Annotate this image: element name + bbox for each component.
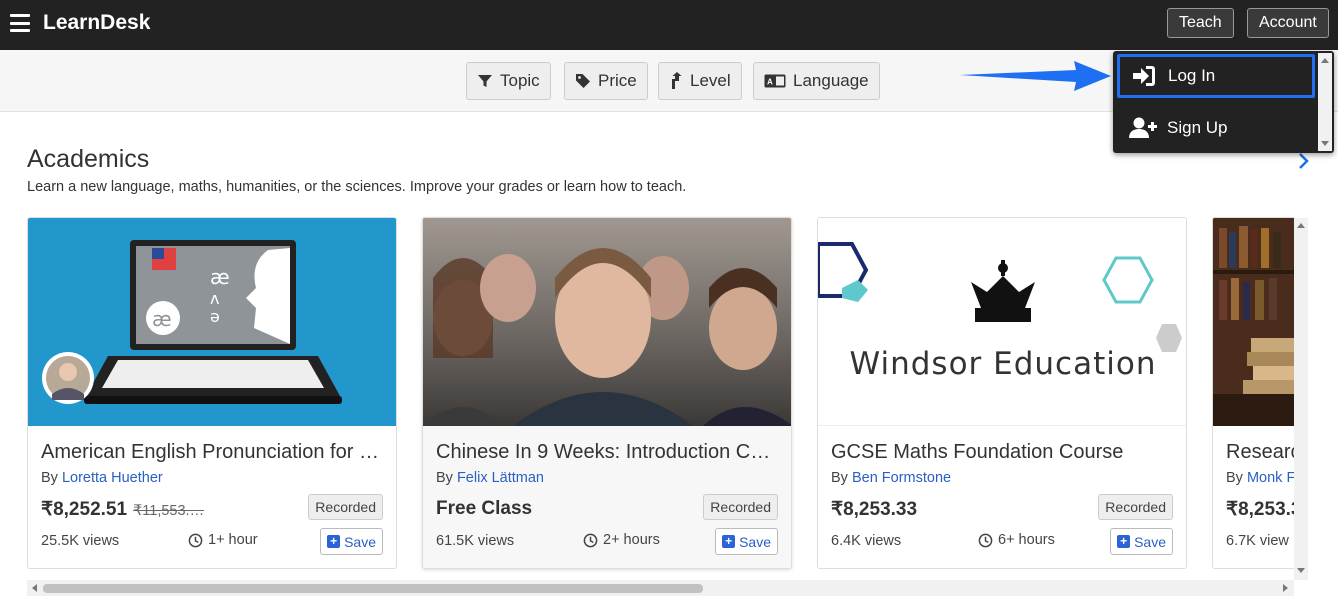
brand-logo[interactable]: LearnDesk [43, 11, 150, 35]
clock-icon [978, 533, 993, 547]
course-thumbnail[interactable]: æ ʌ ə æ [28, 218, 396, 426]
svg-text:æ: æ [210, 265, 230, 289]
scroll-up-arrow-icon[interactable] [1297, 222, 1305, 228]
dropdown-scrollbar[interactable] [1318, 53, 1332, 151]
course-carousel: æ ʌ ə æ American English Pronunciation f… [0, 216, 1294, 578]
save-button[interactable]: + Save [715, 528, 778, 555]
user-plus-icon [1129, 117, 1157, 138]
author-link[interactable]: Monk F [1247, 470, 1294, 486]
section-title: Academics [27, 145, 150, 173]
level-arrow-icon [672, 72, 682, 89]
course-author: By Monk F [1226, 470, 1294, 486]
course-thumbnail[interactable] [1213, 218, 1294, 426]
account-button[interactable]: Account [1247, 8, 1329, 38]
recorded-badge: Recorded [1098, 494, 1173, 520]
language-filter-label: Language [793, 71, 869, 90]
course-title[interactable]: American English Pronunciation for … [41, 441, 386, 464]
save-button[interactable]: + Save [1110, 528, 1173, 555]
sign-up-label: Sign Up [1167, 118, 1228, 137]
chevron-right-icon[interactable] [1298, 152, 1310, 176]
scroll-right-arrow-icon[interactable] [1283, 584, 1289, 592]
top-navbar: LearnDesk Teach Account [0, 0, 1338, 50]
carousel-vertical-scrollbar[interactable] [1294, 218, 1308, 580]
view-count: 61.5K views [436, 533, 515, 549]
hamburger-menu-icon[interactable] [10, 14, 30, 32]
thumbnail-logo-text: Windsor Education [849, 346, 1157, 382]
course-price: Free Class [436, 498, 533, 519]
course-duration: 2+ hours [583, 532, 660, 548]
course-card[interactable]: Chinese In 9 Weeks: Introduction Co… By … [422, 217, 792, 569]
topic-filter-button[interactable]: Topic [466, 62, 551, 100]
teach-button[interactable]: Teach [1167, 8, 1234, 38]
course-card[interactable]: Windsor Education GCSE Maths Foundation … [817, 217, 1187, 569]
clock-icon [583, 533, 598, 547]
recorded-badge: Recorded [308, 494, 383, 520]
language-card-icon: A [764, 74, 786, 88]
course-thumbnail[interactable] [423, 218, 791, 426]
course-author: By Felix Lättman [436, 470, 544, 486]
scrollbar-thumb[interactable] [43, 584, 703, 593]
price-filter-label: Price [598, 71, 637, 90]
course-author: By Loretta Huether [41, 470, 163, 486]
scroll-left-arrow-icon[interactable] [31, 584, 37, 592]
course-price: ₹8,253.33 [831, 499, 918, 520]
view-count: 6.4K views [831, 533, 902, 549]
course-duration: 1+ hour [188, 532, 258, 548]
view-count: 25.5K views [41, 533, 120, 549]
scroll-up-arrow-icon[interactable] [1321, 57, 1329, 63]
recorded-badge: Recorded [703, 494, 778, 520]
svg-text:A: A [767, 78, 773, 87]
course-price: ₹8,253.3 [1226, 499, 1294, 520]
log-in-label: Log In [1168, 66, 1216, 85]
language-filter-button[interactable]: A Language [753, 62, 880, 100]
view-count: 6.7K view [1226, 533, 1289, 549]
topic-filter-label: Topic [500, 71, 540, 90]
account-dropdown-menu: Log In Sign Up [1113, 51, 1334, 153]
original-price: ₹11,553.… [133, 503, 205, 519]
funnel-icon [478, 75, 492, 87]
course-card[interactable]: æ ʌ ə æ American English Pronunciation f… [27, 217, 397, 569]
course-author: By Ben Formstone [831, 470, 952, 486]
author-link[interactable]: Felix Lättman [457, 470, 544, 486]
carousel-horizontal-scrollbar[interactable] [27, 580, 1294, 596]
course-title[interactable]: Researc [1226, 441, 1294, 464]
author-link[interactable]: Loretta Huether [62, 470, 163, 486]
price-filter-button[interactable]: Price [564, 62, 648, 100]
plus-icon: + [1117, 535, 1131, 548]
clock-icon [188, 533, 203, 547]
svg-text:æ: æ [152, 307, 172, 331]
scroll-down-arrow-icon[interactable] [1321, 141, 1329, 147]
tag-icon [576, 74, 590, 88]
pointer-arrow-annotation [960, 61, 1111, 91]
course-card[interactable]: Researc By Monk F ₹8,253.3 6.7K view [1212, 217, 1294, 569]
plus-icon: + [327, 535, 341, 548]
log-in-icon [1133, 66, 1155, 86]
level-filter-button[interactable]: Level [658, 62, 742, 100]
course-title[interactable]: Chinese In 9 Weeks: Introduction Co… [436, 441, 781, 464]
author-link[interactable]: Ben Formstone [852, 470, 951, 486]
course-thumbnail[interactable]: Windsor Education [818, 218, 1186, 426]
course-price: ₹8,252.51 ₹11,553.… [41, 499, 205, 520]
sign-up-menu-item[interactable]: Sign Up [1117, 106, 1315, 150]
save-button[interactable]: + Save [320, 528, 383, 555]
course-title[interactable]: GCSE Maths Foundation Course [831, 441, 1176, 464]
level-filter-label: Level [690, 71, 731, 90]
plus-icon: + [722, 535, 736, 548]
scroll-down-arrow-icon[interactable] [1297, 568, 1305, 574]
svg-text:ʌ: ʌ [210, 289, 219, 308]
log-in-menu-item[interactable]: Log In [1117, 54, 1315, 98]
section-subtitle: Learn a new language, maths, humanities,… [27, 179, 687, 195]
course-duration: 6+ hours [978, 532, 1055, 548]
svg-text:ə: ə [210, 307, 220, 326]
